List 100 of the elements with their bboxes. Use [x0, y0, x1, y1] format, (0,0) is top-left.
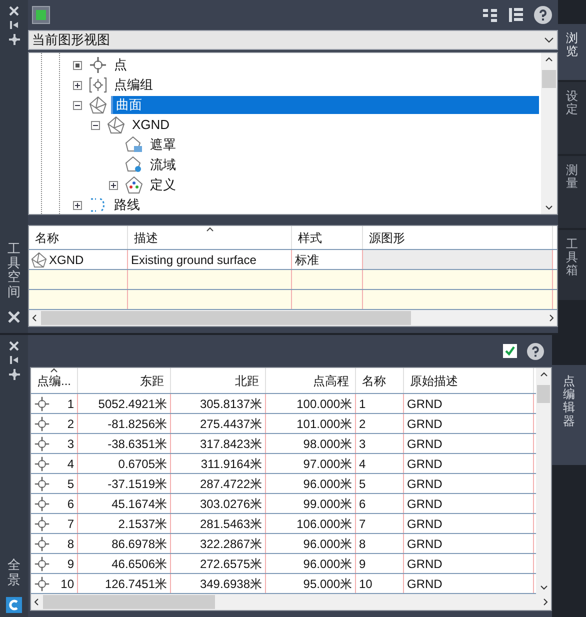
tree-item[interactable]: 路线 [111, 196, 143, 214]
table-cell-text: GRND [407, 516, 442, 532]
tree-item[interactable]: 流域 [147, 156, 179, 174]
table-cell-text: 3 [359, 436, 366, 452]
node-toggle-icon[interactable] [73, 60, 82, 70]
table-cell-text: GRND [407, 436, 442, 452]
table-cell-text: 99.000米 [303, 496, 352, 512]
table-cell-text: 8 [359, 536, 366, 552]
table-cell-text: 317.8423米 [200, 436, 262, 452]
expand-icon[interactable] [73, 80, 82, 90]
settings-icon[interactable] [8, 34, 20, 45]
table-cell-text: 272.6575米 [200, 556, 262, 572]
column-header[interactable]: 名称 [29, 226, 128, 249]
table-cell-text: 106.000米 [296, 516, 352, 532]
expand-icon[interactable] [73, 200, 82, 210]
scroll-thumb[interactable] [542, 70, 556, 88]
view-dropdown[interactable]: 当前图形视图 [28, 30, 558, 50]
point-icon [34, 536, 50, 552]
table-cell-text: 45.1674米 [112, 496, 167, 512]
table-cell-text: 1 [359, 396, 366, 412]
table-cell-text: 95.000米 [303, 576, 352, 592]
point-icon [34, 576, 50, 592]
column-header[interactable]: 样式 [292, 226, 363, 249]
table-cell-text: 275.4437米 [200, 416, 262, 432]
tree-item[interactable]: 点 [111, 56, 130, 74]
tree-item[interactable]: 定义 [147, 176, 179, 194]
scroll-thumb[interactable] [537, 385, 550, 403]
column-header[interactable]: 北距 [171, 368, 266, 393]
bracket-crosshair-icon [89, 76, 107, 94]
table-cell-text: 5 [67, 476, 74, 492]
table-cell-text: 7 [359, 516, 366, 532]
horizontal-scrollbar[interactable] [29, 310, 557, 326]
side-tab[interactable]: 设定 [558, 82, 586, 154]
pentagon-icon [125, 156, 143, 174]
pin-icon[interactable] [9, 20, 19, 30]
settings-icon[interactable] [8, 369, 20, 380]
side-tab[interactable]: 测量 [558, 156, 586, 228]
table-cell-text: 46.6506米 [112, 556, 167, 572]
column-header[interactable]: 描述 [128, 226, 292, 249]
columns-icon[interactable] [508, 7, 524, 23]
table-cell-text: 311.9164米 [200, 456, 262, 472]
help-icon[interactable] [527, 342, 544, 360]
table-cell-text: 322.2867米 [200, 536, 262, 552]
column-header[interactable]: 东距 [78, 368, 171, 393]
collapse-icon[interactable] [73, 100, 82, 110]
point-icon [34, 396, 50, 412]
collapse-icon[interactable] [91, 120, 100, 130]
table-cell-text: 349.6938米 [200, 576, 262, 592]
table-cell-text: 9 [359, 556, 366, 572]
table-cell-text: 5 [359, 476, 366, 492]
expand-icon[interactable] [109, 180, 118, 190]
surface-icon [31, 252, 47, 268]
close-icon[interactable] [9, 6, 19, 16]
table-cell-text: 96.000米 [303, 536, 352, 552]
close-icon[interactable] [9, 341, 19, 351]
table-cell-text: 96.000米 [303, 556, 352, 572]
tree-item[interactable]: XGND [129, 116, 173, 134]
vertical-scrollbar[interactable] [536, 368, 551, 594]
point-icon [34, 496, 50, 512]
dashed-curve-icon [89, 196, 107, 214]
table-cell-text: 2.1537米 [118, 516, 167, 532]
tree-item[interactable]: 点编组 [111, 76, 156, 94]
table-cell-text: 1 [67, 396, 74, 412]
vertical-scrollbar[interactable] [541, 53, 557, 214]
pentagon-icon [125, 136, 143, 154]
list-view-icon[interactable] [482, 7, 498, 23]
help-icon[interactable] [534, 6, 552, 24]
column-header[interactable]: 原始描述 [404, 368, 534, 393]
app-icon[interactable] [6, 597, 22, 613]
column-header[interactable]: 源图形 [363, 226, 553, 249]
table-cell-text: GRND [407, 536, 442, 552]
point-icon [34, 436, 50, 452]
table-cell-text: 9 [67, 556, 74, 572]
table-cell-text: -38.6351米 [108, 436, 167, 452]
point-icon [34, 456, 50, 472]
column-header[interactable]: 点高程 [266, 368, 356, 393]
palette-icon [32, 6, 50, 24]
column-header[interactable]: 点编... [31, 368, 78, 393]
pentagon-icon [107, 116, 125, 134]
table-cell-text: GRND [407, 496, 442, 512]
pin-icon[interactable] [9, 355, 19, 365]
column-header[interactable]: 名称 [356, 368, 404, 393]
tree-item[interactable]: 曲面 [111, 96, 539, 114]
table-cell-text: 97.000米 [303, 456, 352, 472]
table-cell-text: GRND [407, 556, 442, 572]
scroll-thumb[interactable] [41, 311, 411, 325]
side-tab[interactable]: 点编辑器 [552, 365, 586, 465]
tree-item[interactable]: 遮罩 [147, 136, 179, 154]
checkbox[interactable] [503, 344, 517, 358]
table-cell-text: 100.000米 [296, 396, 352, 412]
side-tab[interactable]: 工具箱 [558, 230, 586, 300]
table-cell-text: GRND [407, 416, 442, 432]
table-cell-text: 6 [67, 496, 74, 512]
table-cell-text: 281.5463米 [200, 516, 262, 532]
side-tab[interactable]: 浏览 [558, 24, 586, 80]
point-icon [34, 476, 50, 492]
table-cell-text: 8 [67, 536, 74, 552]
scroll-thumb[interactable] [43, 595, 215, 609]
table-cell-text: GRND [407, 476, 442, 492]
horizontal-scrollbar[interactable] [31, 594, 551, 610]
